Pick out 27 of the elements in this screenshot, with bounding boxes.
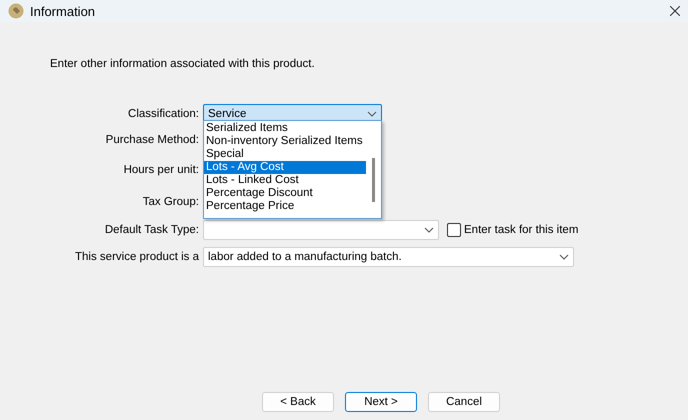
chevron-icon [424,227,434,233]
window-title: Information [30,4,96,18]
wizard-button[interactable]: Next > [345,392,417,412]
checkbox[interactable] [447,223,461,237]
dropdown-option[interactable]: Special [204,148,366,161]
chevron-icon [559,254,569,260]
instruction-text: Enter other information associated with this product. [50,58,316,70]
dropdown-option[interactable]: Percentage Discount [204,187,366,200]
scrollbar-thumb[interactable] [372,158,375,202]
field-label: Classification: [128,108,199,120]
close-icon[interactable] [670,6,680,16]
field-label: Default Task Type: [104,224,199,236]
dropdown-option[interactable]: Non-inventory Serialized Items [204,135,366,148]
checkbox-label: Enter task for this item [464,224,578,236]
field-label: Tax Group: [142,196,199,208]
field-label: This service product is a [75,251,199,263]
dropdown-option[interactable]: Percentage Price [204,200,366,213]
service-type-dropdown[interactable]: labor added to a manufacturing batch. [203,247,574,267]
chevron-icon [367,111,377,117]
dropdown-option[interactable]: Lots - Avg Cost [204,161,366,174]
tag-icon [8,3,24,19]
field-label: Purchase Method: [106,134,199,146]
dropdown-option[interactable]: Lots - Linked Cost [204,174,366,187]
wizard-button[interactable]: < Back [262,392,334,412]
field-label: Hours per unit: [124,164,199,176]
dropdown-option[interactable]: Serialized Items [204,122,366,135]
wizard-button[interactable]: Cancel [428,392,500,412]
